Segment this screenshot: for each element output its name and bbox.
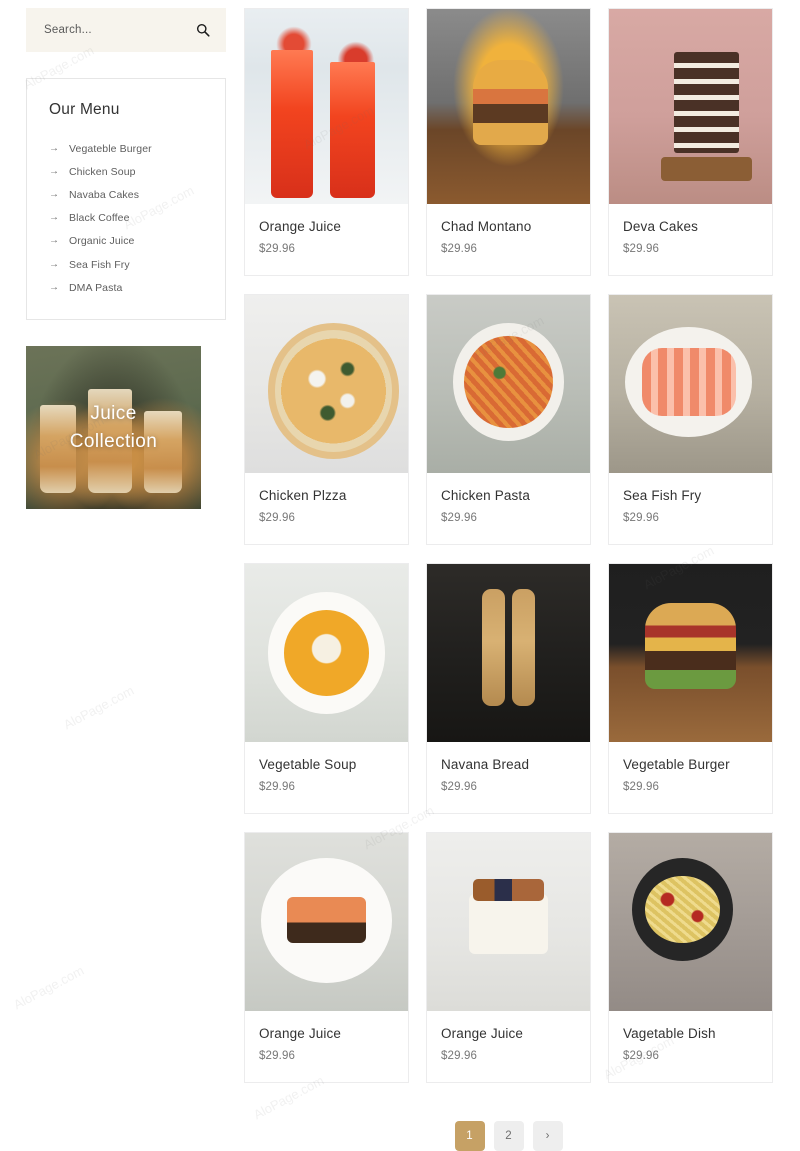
product-image-deva-cakes — [609, 9, 772, 204]
product-title: Sea Fish Fry — [623, 488, 702, 503]
product-price: $29.96 — [623, 243, 660, 255]
product-price: $29.96 — [259, 781, 296, 793]
product-card[interactable]: Chad Montano $29.96 — [426, 8, 591, 276]
product-info: Vegetable Soup $29.96 — [245, 742, 408, 813]
product-price: $29.96 — [441, 243, 478, 255]
product-title: Deva Cakes — [623, 219, 699, 234]
menu-item-label: Black Coffee — [69, 212, 130, 225]
pagination-page-1[interactable]: 1 — [454, 1121, 485, 1151]
pagination-page-2[interactable]: 2 — [493, 1121, 524, 1151]
product-info: Vagetable Dish $29.96 — [609, 1011, 772, 1082]
product-title: Orange Juice — [259, 1026, 342, 1041]
promo-title: Juice Collection — [70, 400, 157, 455]
menu-list: → Vegateble Burger → Chicken Soup → Nava… — [49, 137, 205, 299]
product-price: $29.96 — [441, 1050, 478, 1062]
product-price: $29.96 — [623, 1050, 660, 1062]
product-info: Sea Fish Fry $29.96 — [609, 473, 772, 544]
menu-item-label: Navaba Cakes — [69, 188, 140, 201]
menu-item-5[interactable]: → Sea Fish Fry — [49, 253, 205, 276]
product-image-vegetable-burger — [609, 564, 772, 742]
product-grid-area: Orange Juice $29.96 Chad Montano $29.96 … — [226, 8, 800, 1151]
product-title: Orange Juice — [259, 219, 342, 234]
product-title: Vegetable Soup — [259, 757, 357, 772]
menu-title: Our Menu — [49, 101, 120, 118]
product-info: Chad Montano $29.96 — [427, 204, 590, 275]
product-price: $29.96 — [623, 512, 660, 524]
search-box[interactable] — [26, 8, 226, 52]
product-card[interactable]: Vegetable Burger $29.96 — [608, 563, 773, 814]
product-price: $29.96 — [259, 512, 296, 524]
promo-title-line1: Juice — [90, 403, 137, 425]
arrow-right-icon: → — [49, 188, 60, 200]
product-image-orange-juice — [245, 9, 408, 204]
menu-item-label: Sea Fish Fry — [69, 258, 130, 271]
product-title: Vegetable Burger — [623, 757, 730, 772]
page-root: Our Menu → Vegateble Burger → Chicken So… — [0, 0, 800, 1151]
product-info: Chicken Plzza $29.96 — [245, 473, 408, 544]
product-card[interactable]: Orange Juice $29.96 — [244, 832, 409, 1083]
product-price: $29.96 — [441, 512, 478, 524]
arrow-right-icon: → — [49, 212, 60, 224]
product-image-navana-bread — [427, 564, 590, 742]
product-price: $29.96 — [259, 243, 296, 255]
product-card[interactable]: Deva Cakes $29.96 — [608, 8, 773, 276]
product-price: $29.96 — [441, 781, 478, 793]
arrow-right-icon: → — [49, 235, 60, 247]
product-image-orange-juice-3 — [427, 833, 590, 1011]
pagination-next-icon[interactable]: › — [532, 1121, 563, 1151]
product-image-chicken-pizza — [245, 295, 408, 473]
pagination: 1 2 › — [244, 1121, 773, 1151]
search-input[interactable] — [44, 24, 174, 36]
search-icon[interactable] — [196, 23, 210, 37]
product-card[interactable]: Navana Bread $29.96 — [426, 563, 591, 814]
product-card[interactable]: Vegetable Soup $29.96 — [244, 563, 409, 814]
product-card[interactable]: Chicken Pasta $29.96 — [426, 294, 591, 545]
product-title: Chad Montano — [441, 219, 532, 234]
promo-title-line2: Collection — [69, 430, 158, 452]
our-menu-card: Our Menu → Vegateble Burger → Chicken So… — [26, 78, 226, 321]
arrow-right-icon: → — [49, 281, 60, 293]
menu-item-1[interactable]: → Chicken Soup — [49, 160, 205, 183]
product-title: Vagetable Dish — [623, 1026, 716, 1041]
product-card[interactable]: Orange Juice $29.96 — [244, 8, 409, 276]
product-info: Navana Bread $29.96 — [427, 742, 590, 813]
menu-item-label: DMA Pasta — [69, 281, 123, 294]
product-price: $29.96 — [259, 1050, 296, 1062]
product-image-chad-montano — [427, 9, 590, 204]
menu-item-0[interactable]: → Vegateble Burger — [49, 137, 205, 160]
product-info: Orange Juice $29.96 — [245, 1011, 408, 1082]
product-title: Orange Juice — [441, 1026, 524, 1041]
product-title: Chicken Plzza — [259, 488, 347, 503]
product-card[interactable]: Vagetable Dish $29.96 — [608, 832, 773, 1083]
product-info: Orange Juice $29.96 — [427, 1011, 590, 1082]
menu-item-6[interactable]: → DMA Pasta — [49, 276, 205, 299]
product-image-chicken-pasta — [427, 295, 590, 473]
menu-item-label: Vegateble Burger — [69, 142, 152, 155]
product-image-orange-juice-2 — [245, 833, 408, 1011]
arrow-right-icon: → — [49, 165, 60, 177]
product-info: Deva Cakes $29.96 — [609, 204, 772, 275]
product-image-sea-fish-fry — [609, 295, 772, 473]
product-card[interactable]: Sea Fish Fry $29.96 — [608, 294, 773, 545]
product-info: Chicken Pasta $29.96 — [427, 473, 590, 544]
promo-banner-juice-collection[interactable]: Juice Collection — [26, 346, 201, 510]
arrow-right-icon: → — [49, 142, 60, 154]
product-grid: Orange Juice $29.96 Chad Montano $29.96 … — [244, 8, 773, 1083]
product-info: Vegetable Burger $29.96 — [609, 742, 772, 813]
menu-item-2[interactable]: → Navaba Cakes — [49, 183, 205, 206]
product-info: Orange Juice $29.96 — [245, 204, 408, 275]
product-title: Chicken Pasta — [441, 488, 530, 503]
menu-item-4[interactable]: → Organic Juice — [49, 230, 205, 253]
sidebar: Our Menu → Vegateble Burger → Chicken So… — [26, 8, 226, 1148]
menu-item-3[interactable]: → Black Coffee — [49, 207, 205, 230]
product-card[interactable]: Orange Juice $29.96 — [426, 832, 591, 1083]
product-image-vegetable-soup — [245, 564, 408, 742]
product-price: $29.96 — [623, 781, 660, 793]
menu-item-label: Chicken Soup — [69, 165, 136, 178]
arrow-right-icon: → — [49, 258, 60, 270]
product-title: Navana Bread — [441, 757, 530, 772]
product-image-vagetable-dish — [609, 833, 772, 1011]
product-card[interactable]: Chicken Plzza $29.96 — [244, 294, 409, 545]
menu-item-label: Organic Juice — [69, 235, 135, 248]
